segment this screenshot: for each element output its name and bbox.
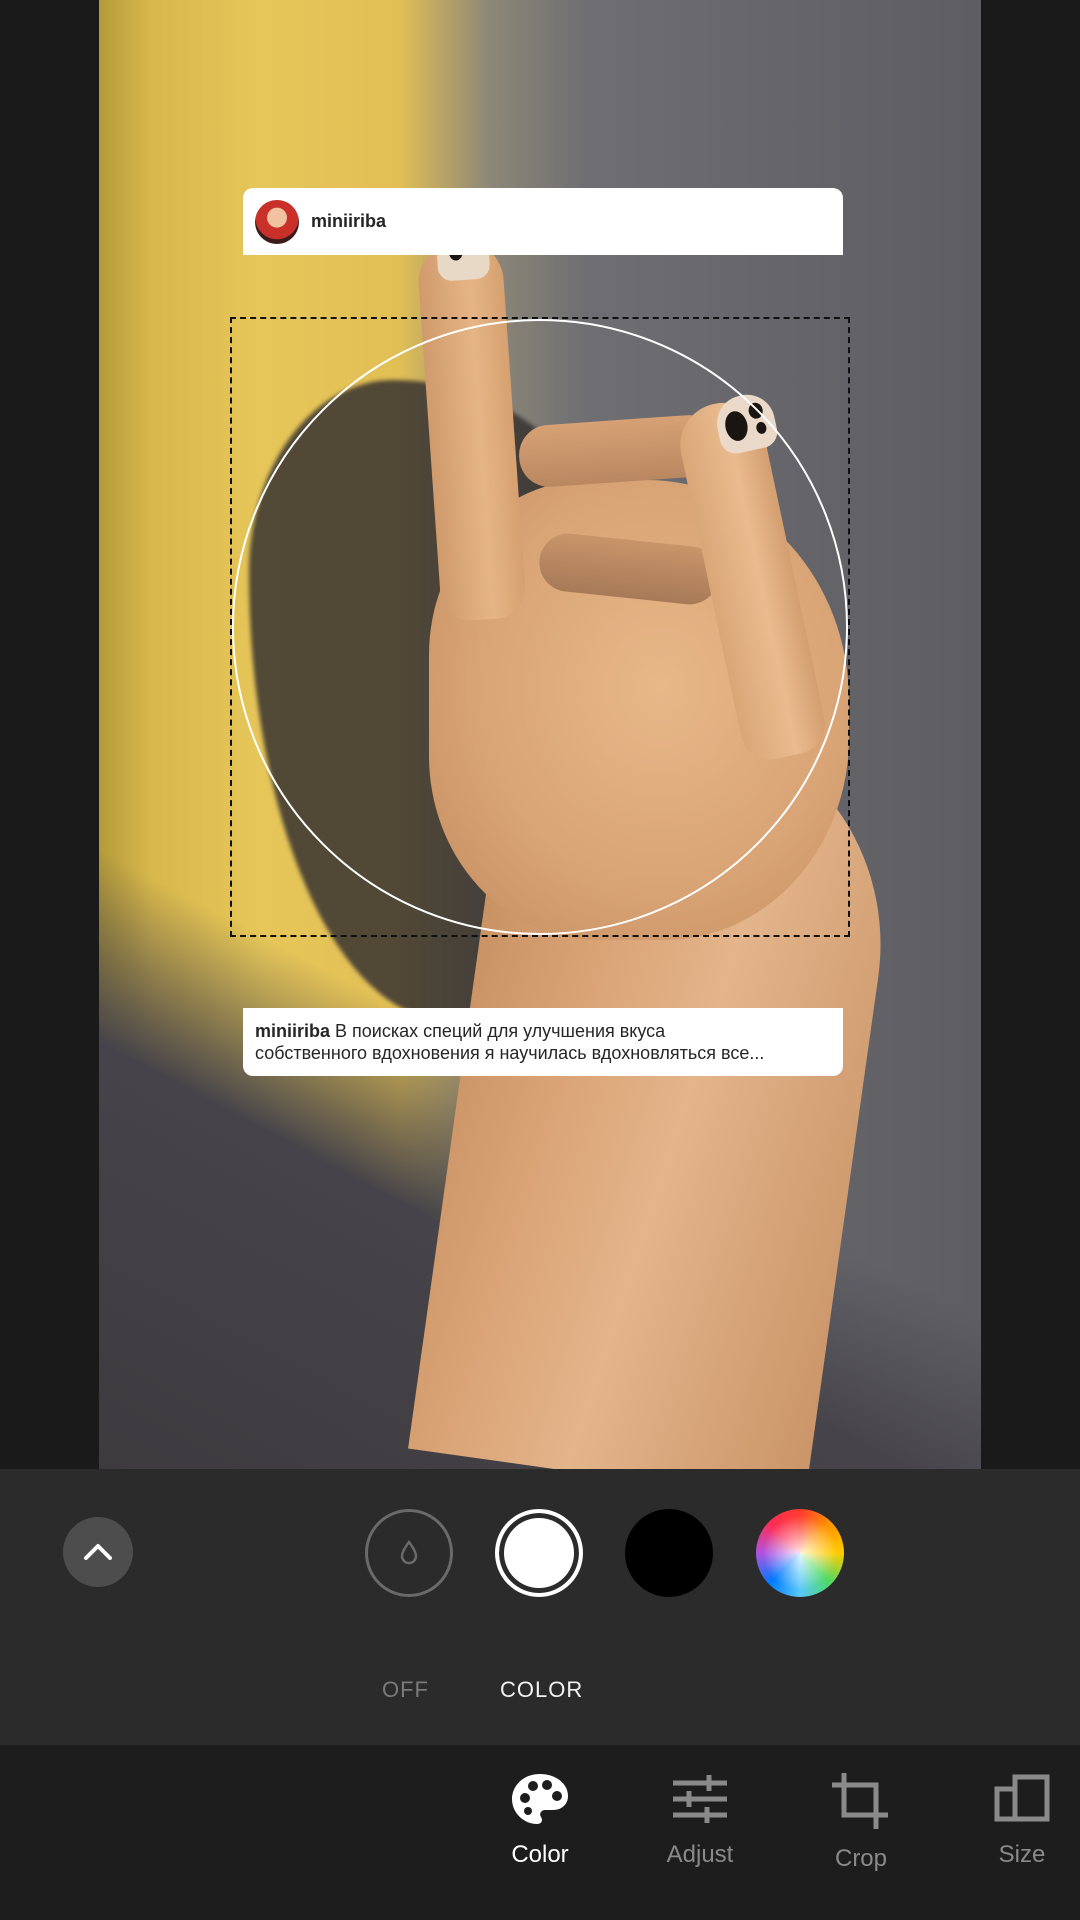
circle-crop-outline[interactable] [232, 319, 848, 935]
swatch-white[interactable] [495, 1509, 583, 1597]
color-panel: OFF COLOR [0, 1469, 1080, 1745]
tool-crop-label: Crop [834, 1845, 888, 1872]
swatch-color-wheel[interactable] [756, 1509, 844, 1597]
caption-username: miniiriba [255, 1021, 331, 1041]
tool-size-label: Size [998, 1841, 1046, 1868]
expand-panel-button[interactable] [63, 1517, 133, 1587]
tool-size[interactable]: Size [962, 1771, 1080, 1869]
crop-icon [832, 1773, 888, 1829]
sliders-icon [673, 1775, 727, 1823]
post-caption-card[interactable]: miniiriba В поисках специй для улучшения… [243, 1008, 843, 1076]
swatch-black[interactable] [625, 1509, 713, 1597]
tool-color[interactable]: Color [480, 1771, 600, 1869]
tool-adjust[interactable]: Adjust [640, 1771, 760, 1869]
mode-color-label[interactable]: COLOR [500, 1677, 583, 1703]
mode-off-label[interactable]: OFF [382, 1677, 429, 1703]
tool-adjust-label: Adjust [666, 1841, 734, 1868]
editor-canvas: miniiriba miniiriba В поисках специй для… [0, 0, 1080, 1469]
palette-icon [512, 1774, 568, 1824]
size-icon [994, 1774, 1050, 1822]
tool-color-label: Color [511, 1841, 569, 1868]
droplet-icon [400, 1540, 418, 1565]
chevron-up-icon [84, 1544, 112, 1560]
caption-text-line1: В поисках специй для улучшения вкуса [335, 1021, 666, 1041]
post-username: miniiriba [311, 211, 387, 231]
post-header-card[interactable]: miniiriba [243, 188, 843, 255]
tool-crop[interactable]: Crop [801, 1771, 921, 1873]
swatch-off[interactable] [365, 1509, 453, 1597]
avatar [255, 199, 299, 244]
bottom-toolbar: Color Adjust Crop Size [0, 1745, 1080, 1920]
caption-text-line2: собственного вдохновения я научилась вдо… [255, 1043, 765, 1063]
